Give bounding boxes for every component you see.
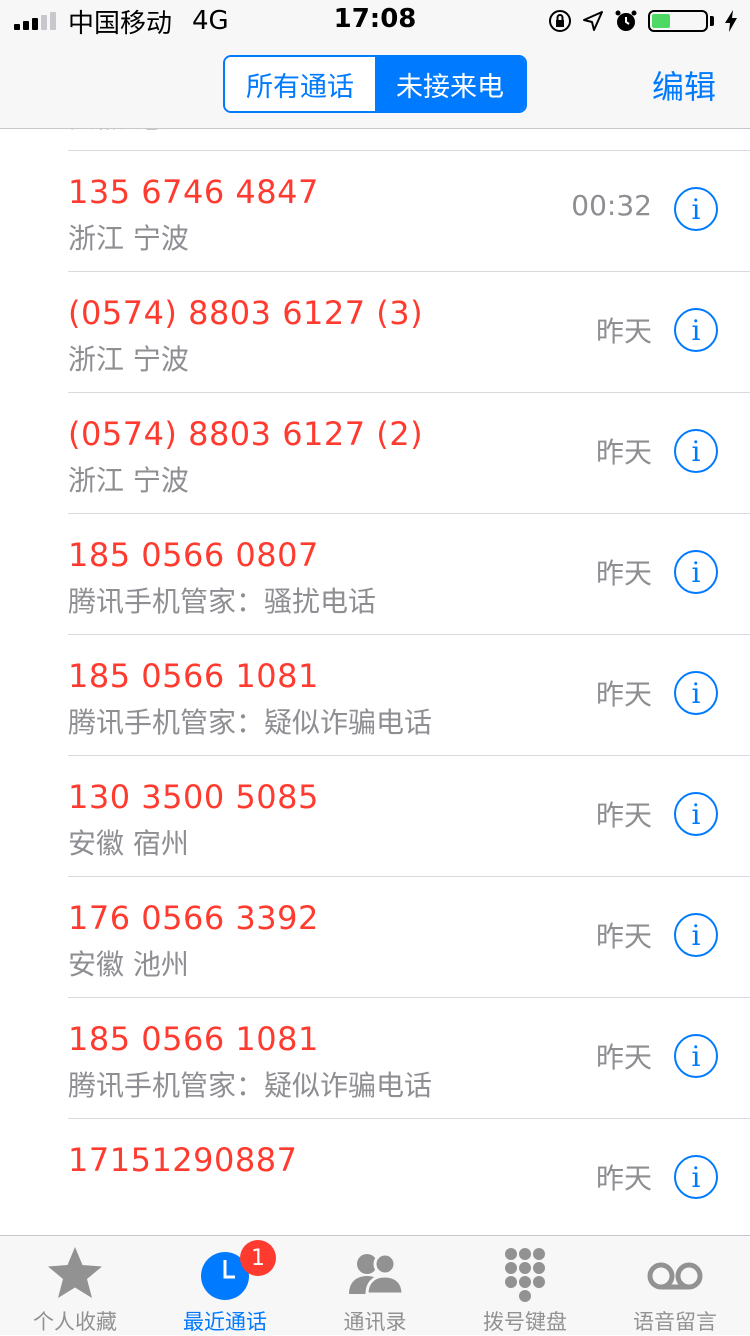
caller-number: 176 0566 3392 — [68, 899, 319, 937]
caller-number: 185 0566 0807 — [68, 536, 319, 574]
charging-bolt-icon — [725, 10, 737, 32]
caller-location: 浙江 宁波 — [68, 464, 189, 497]
status-bar: 中国移动 4G 17:08 — [0, 0, 750, 40]
tab-keypad[interactable]: 拨号键盘 — [450, 1236, 600, 1335]
keypad-icon — [505, 1248, 545, 1302]
info-icon[interactable]: i — [674, 429, 718, 473]
tab-label: 拨号键盘 — [483, 1310, 567, 1334]
caller-location: 安徽 宿州 — [68, 827, 189, 860]
tab-label: 通讯录 — [343, 1310, 407, 1334]
caller-location: 腾讯手机管家：骚扰电话 — [68, 585, 377, 618]
info-icon[interactable]: i — [674, 913, 718, 957]
info-icon[interactable]: i — [674, 1155, 718, 1199]
contacts-icon — [349, 1252, 405, 1296]
caller-number: (0574) 8803 6127 (2) — [68, 415, 424, 453]
caller-location: 浙江 宁波 — [68, 222, 189, 255]
call-row[interactable]: (0574) 8803 6127 (2) 浙江 宁波 昨天 i — [0, 393, 750, 514]
status-icons — [548, 6, 738, 36]
call-time: 昨天 — [595, 920, 652, 953]
call-time: 昨天 — [595, 799, 652, 832]
tab-label: 最近通话 — [183, 1310, 267, 1334]
caller-location: 安徽 池州 — [68, 129, 189, 136]
tab-label: 语音留言 — [633, 1310, 717, 1334]
caller-number: (0574) 8803 6127 (3) — [68, 294, 424, 332]
call-time: 00:32 — [571, 189, 652, 222]
segment-all-calls[interactable]: 所有通话 — [225, 57, 375, 111]
caller-number: 185 0566 1081 — [68, 657, 319, 695]
call-row[interactable]: 135 6746 4847 浙江 宁波 00:32 i — [0, 151, 750, 272]
tab-favorites[interactable]: 个人收藏 — [0, 1236, 150, 1335]
alarm-icon — [615, 10, 637, 31]
caller-number: 135 6746 4847 — [68, 173, 319, 211]
info-icon[interactable]: i — [674, 671, 718, 715]
recent-calls-list[interactable]: 176 0566 3705安徽 池州09:15i 135 6746 4847 浙江 … — [0, 129, 750, 1235]
info-icon[interactable]: i — [674, 550, 718, 594]
call-time: 昨天 — [595, 1041, 652, 1074]
call-time: 昨天 — [595, 1162, 652, 1195]
tab-recents[interactable]: 1 最近通话 — [150, 1236, 300, 1335]
nav-bar: 所有通话 未接来电 编辑 — [0, 40, 750, 129]
call-time: 昨天 — [595, 678, 652, 711]
battery-icon — [648, 10, 708, 32]
caller-location: 安徽 池州 — [68, 948, 189, 981]
call-time: 昨天 — [595, 315, 652, 348]
star-icon — [48, 1247, 102, 1298]
tab-contacts[interactable]: 通讯录 — [300, 1236, 450, 1335]
tab-bar: 个人收藏 1 最近通话 通讯录 拨号键盘 语音留言 — [0, 1235, 750, 1335]
edit-button[interactable]: 编辑 — [652, 62, 716, 108]
caller-location: 浙江 宁波 — [68, 343, 189, 376]
call-time: 昨天 — [595, 557, 652, 590]
info-icon[interactable]: i — [674, 308, 718, 352]
call-time: 昨天 — [595, 436, 652, 469]
call-row[interactable]: 176 0566 3705安徽 池州09:15i — [0, 129, 750, 151]
call-row[interactable]: 130 3500 5085 安徽 宿州 昨天 i — [0, 756, 750, 877]
caller-location: 腾讯手机管家：疑似诈骗电话 — [68, 1069, 433, 1102]
call-row[interactable]: 17151290887 昨天 i — [0, 1119, 750, 1235]
segment-missed-calls[interactable]: 未接来电 — [375, 57, 525, 111]
caller-number: 17151290887 — [68, 1141, 298, 1179]
info-icon[interactable]: i — [674, 792, 718, 836]
tab-label: 个人收藏 — [33, 1310, 117, 1334]
call-row[interactable]: 176 0566 3392 安徽 池州 昨天 i — [0, 877, 750, 998]
call-filter-segmented-control: 所有通话 未接来电 — [223, 55, 527, 113]
recent-calls-list-content: 176 0566 3705安徽 池州09:15i 135 6746 4847 浙江 … — [0, 129, 750, 1235]
info-icon[interactable]: i — [674, 187, 718, 231]
tab-voicemail[interactable]: 语音留言 — [600, 1236, 750, 1335]
missed-calls-badge: 1 — [240, 1240, 276, 1276]
caller-location: 腾讯手机管家：疑似诈骗电话 — [68, 706, 433, 739]
call-row[interactable]: (0574) 8803 6127 (3) 浙江 宁波 昨天 i — [0, 272, 750, 393]
caller-number: 130 3500 5085 — [68, 778, 319, 816]
orientation-lock-icon — [549, 10, 571, 32]
battery-cap — [710, 16, 714, 26]
info-icon[interactable]: i — [674, 1034, 718, 1078]
call-row[interactable]: 185 0566 1081 腾讯手机管家：疑似诈骗电话 昨天 i — [0, 635, 750, 756]
call-row[interactable]: 185 0566 0807 腾讯手机管家：骚扰电话 昨天 i — [0, 514, 750, 635]
call-row[interactable]: 185 0566 1081 腾讯手机管家：疑似诈骗电话 昨天 i — [0, 998, 750, 1119]
location-icon — [583, 11, 603, 31]
caller-number: 185 0566 1081 — [68, 1020, 319, 1058]
voicemail-icon — [647, 1262, 703, 1290]
